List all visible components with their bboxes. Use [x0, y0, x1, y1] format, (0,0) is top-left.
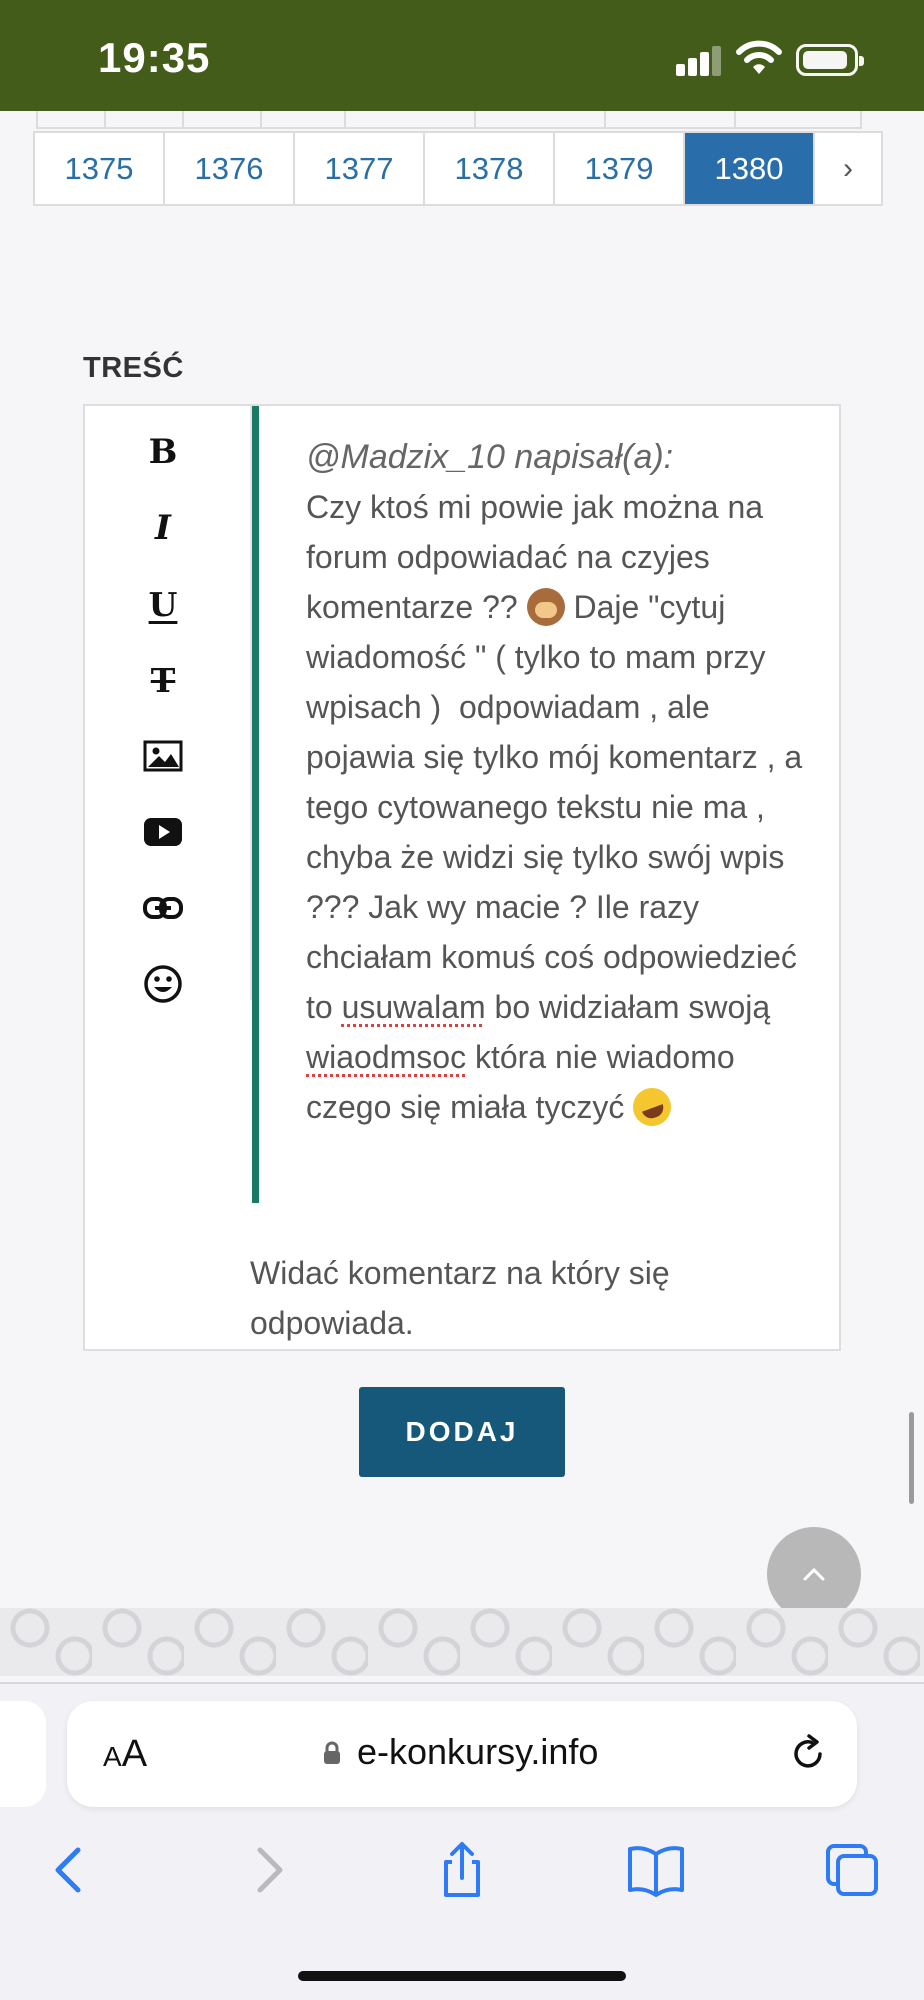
quote-body: Czy ktoś mi powie jak można na forum odp…: [306, 482, 816, 1132]
browser-toolbar: AA e-konkursy.info: [0, 1682, 924, 2000]
previous-tab-edge[interactable]: [0, 1701, 46, 1807]
bold-button[interactable]: B: [125, 426, 201, 478]
next-page-button[interactable]: ›: [815, 133, 881, 204]
quote-border: [252, 406, 259, 1203]
chevron-up-icon: [803, 1567, 825, 1581]
youtube-icon: [144, 818, 182, 846]
link-icon: [143, 897, 183, 919]
pagination: 1375 1376 1377 1378 1379 1380 ›: [33, 131, 883, 206]
insert-video-button[interactable]: [125, 806, 201, 858]
strikethrough-button[interactable]: T: [125, 654, 201, 706]
url-text: e-konkursy.info: [357, 1731, 599, 1772]
text-size-large-a: A: [121, 1733, 148, 1775]
insert-image-button[interactable]: [125, 730, 201, 782]
comment-editor[interactable]: B I U T @Madzix_10 napisał(a): Czy ktoś …: [83, 404, 841, 1351]
text-size-button[interactable]: AA: [103, 1733, 147, 1776]
page-link-1380-active[interactable]: 1380: [685, 133, 815, 204]
status-time: 19:35: [98, 34, 211, 81]
quoted-comment: @Madzix_10 napisał(a): Czy ktoś mi powie…: [306, 432, 816, 1132]
decorative-footer-pattern: [0, 1608, 924, 1676]
bookmarks-icon[interactable]: [626, 1840, 686, 1900]
address-bar[interactable]: AA e-konkursy.info: [67, 1701, 857, 1807]
reload-icon[interactable]: [787, 1733, 829, 1775]
emoji-icon: [144, 965, 182, 1003]
back-icon[interactable]: [40, 1840, 100, 1900]
home-indicator[interactable]: [298, 1971, 626, 1981]
share-icon[interactable]: [432, 1840, 492, 1900]
text-size-small-a: A: [103, 1741, 122, 1772]
quote-text-3: bo widziałam swoją: [485, 989, 780, 1025]
scrollbar[interactable]: [909, 1412, 914, 1504]
scroll-to-top-button[interactable]: [767, 1527, 861, 1621]
italic-button[interactable]: I: [125, 502, 201, 554]
battery-icon: [796, 44, 864, 76]
quote-author: @Madzix_10 napisał(a):: [306, 438, 674, 476]
submit-button[interactable]: DODAJ: [359, 1387, 565, 1477]
lock-icon: [324, 1741, 340, 1764]
cellular-signal-icon: [676, 44, 722, 76]
status-bar: 19:35: [0, 0, 924, 111]
reply-text[interactable]: Widać komentarz na który się odpowiada.: [250, 1248, 810, 1348]
page-link-1379[interactable]: 1379: [555, 133, 685, 204]
forward-icon[interactable]: [238, 1840, 298, 1900]
rolling-laughing-emoji-icon: [627, 1082, 677, 1132]
content-label: TREŚĆ: [83, 352, 184, 384]
underline-button[interactable]: U: [125, 578, 201, 630]
page-link-1378[interactable]: 1378: [425, 133, 555, 204]
image-icon: [143, 740, 183, 772]
page-link-1375[interactable]: 1375: [35, 133, 165, 204]
misspelled-word: usuwalam: [341, 989, 486, 1025]
quote-text-2: Daje "cytuj wiadomość " ( tylko to mam p…: [306, 589, 812, 1025]
page-link-1377[interactable]: 1377: [295, 133, 425, 204]
wifi-icon: [736, 40, 782, 74]
see-no-evil-monkey-emoji-icon: [526, 588, 565, 626]
insert-link-button[interactable]: [125, 882, 201, 934]
page-link-1376[interactable]: 1376: [165, 133, 295, 204]
misspelled-word: wiaodmsoc: [306, 1039, 467, 1075]
pagination-previous-row: [36, 111, 862, 129]
insert-emoji-button[interactable]: [125, 958, 201, 1010]
tabs-icon[interactable]: [822, 1840, 882, 1900]
